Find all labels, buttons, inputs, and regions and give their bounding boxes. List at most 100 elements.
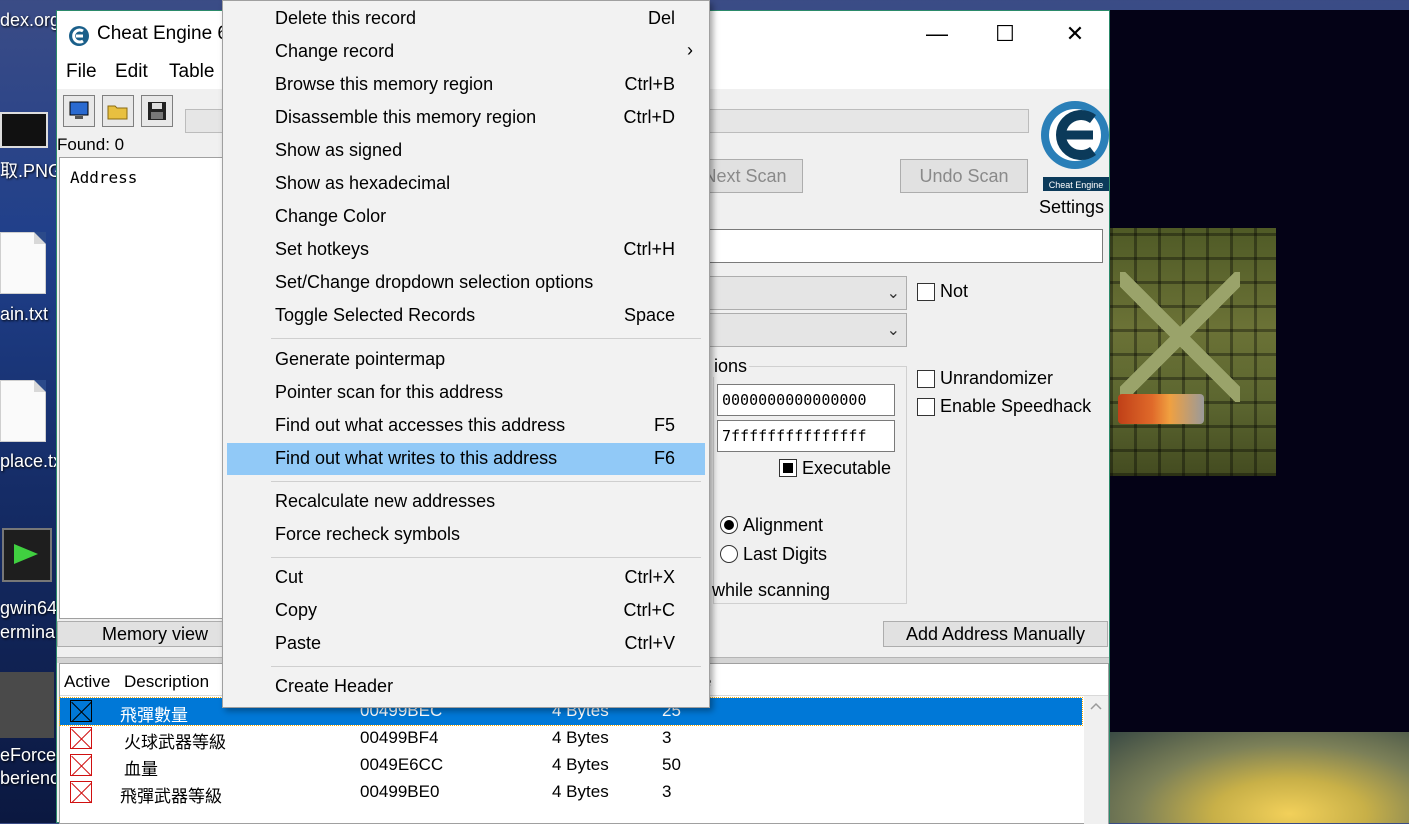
chevron-up-icon[interactable] xyxy=(1084,696,1108,716)
menu-item-recheck-symbols[interactable]: Force recheck symbols xyxy=(227,519,705,551)
menu-item-show-hex[interactable]: Show as hexadecimal xyxy=(227,168,705,200)
settings-link[interactable]: Settings xyxy=(1039,197,1104,218)
next-scan-button[interactable]: Next Scan xyxy=(701,159,803,193)
menu-item-change-color[interactable]: Change Color xyxy=(227,201,705,233)
text-file-icon[interactable] xyxy=(0,232,46,294)
menu-item-label: Paste xyxy=(275,633,322,653)
menu-item-label: Toggle Selected Records xyxy=(275,305,476,325)
menu-item-recalculate[interactable]: Recalculate new addresses xyxy=(227,486,705,518)
table-row[interactable]: 火球武器等級 00499BF4 4 Bytes 3 xyxy=(60,725,1082,752)
value-type-dropdown[interactable]: ⌄ xyxy=(709,313,907,347)
desktop-icon-label[interactable]: dex.org xyxy=(0,10,60,31)
menu-item-browse-memory[interactable]: Browse this memory region Ctrl+B xyxy=(227,69,705,101)
stop-address-field[interactable]: 7fffffffffffffff xyxy=(717,420,895,452)
terminal-icon[interactable] xyxy=(2,528,52,582)
menu-item-paste[interactable]: Paste Ctrl+V xyxy=(227,628,705,660)
active-checkbox[interactable] xyxy=(70,700,92,722)
found-address-list[interactable]: Address xyxy=(59,157,227,619)
desktop-icon-label[interactable]: gwin64 xyxy=(0,598,57,619)
menu-edit[interactable]: Edit xyxy=(115,61,148,83)
column-active[interactable]: Active xyxy=(64,672,110,692)
minimize-button[interactable]: — xyxy=(902,11,972,57)
context-menu: Delete this record Del Change record › B… xyxy=(222,0,710,708)
column-description[interactable]: Description xyxy=(124,672,209,692)
row-address: 0049E6CC xyxy=(360,755,444,774)
menu-item-find-accesses[interactable]: Find out what accesses this address F5 xyxy=(227,410,705,442)
logo-text: Cheat Engine xyxy=(1049,180,1104,190)
scan-type-dropdown[interactable]: ⌄ xyxy=(709,276,907,310)
menu-item-label: Show as signed xyxy=(275,140,403,160)
menu-item-shortcut: Ctrl+X xyxy=(624,567,675,587)
start-address-field[interactable]: 0000000000000000 xyxy=(717,384,895,416)
menu-separator xyxy=(271,666,701,667)
image-thumbnail-icon[interactable] xyxy=(0,112,48,148)
undo-scan-button[interactable]: Undo Scan xyxy=(900,159,1028,193)
menu-item-copy[interactable]: Copy Ctrl+C xyxy=(227,595,705,627)
menu-table[interactable]: Table xyxy=(169,61,214,83)
menu-item-label: Pointer scan for this address xyxy=(275,382,504,402)
menu-item-create-header[interactable]: Create Header xyxy=(227,671,705,703)
active-checkbox[interactable] xyxy=(70,754,92,776)
row-type: 4 Bytes xyxy=(552,755,609,774)
table-row[interactable]: 血量 0049E6CC 4 Bytes 50 xyxy=(60,752,1082,779)
menu-item-generate-pointermap[interactable]: Generate pointermap xyxy=(227,344,705,376)
undo-scan-label: Undo Scan xyxy=(919,165,1009,186)
table-row[interactable]: 飛彈武器等級 00499BE0 4 Bytes 3 xyxy=(60,779,1082,806)
desktop-icon-label[interactable]: 取.PNG xyxy=(0,157,62,183)
desktop-icon-label[interactable]: eForce xyxy=(0,745,56,766)
menu-file[interactable]: File xyxy=(66,61,97,83)
menu-item-find-writes[interactable]: Find out what writes to this address F6 xyxy=(227,443,705,475)
open-file-button[interactable] xyxy=(102,95,134,127)
scan-value-input[interactable] xyxy=(709,229,1103,263)
menu-item-delete-record[interactable]: Delete this record Del xyxy=(227,3,705,35)
menu-item-show-signed[interactable]: Show as signed xyxy=(227,135,705,167)
active-checkbox[interactable] xyxy=(70,727,92,749)
menu-item-label: Create Header xyxy=(275,676,394,696)
menu-item-cut[interactable]: Cut Ctrl+X xyxy=(227,562,705,594)
menu-item-disassemble[interactable]: Disassemble this memory region Ctrl+D xyxy=(227,102,705,134)
menu-item-shortcut: F6 xyxy=(653,448,675,468)
maximize-button[interactable]: ☐ xyxy=(970,11,1040,57)
menu-item-label: Set hotkeys xyxy=(275,239,370,259)
desktop-icon-label[interactable]: ermina xyxy=(0,622,55,643)
add-address-manually-button[interactable]: Add Address Manually xyxy=(883,621,1108,647)
save-button[interactable] xyxy=(141,95,173,127)
unrandomizer-checkbox[interactable] xyxy=(917,370,935,388)
menu-item-label: Copy xyxy=(275,600,318,620)
close-button[interactable]: ✕ xyxy=(1040,11,1110,57)
not-label: Not xyxy=(940,281,969,301)
menu-item-label: Delete this record xyxy=(275,8,417,28)
menu-item-label: Show as hexadecimal xyxy=(275,173,451,193)
open-process-button[interactable] xyxy=(63,95,95,127)
speedhack-checkbox[interactable] xyxy=(917,398,935,416)
memory-view-button[interactable]: Memory view xyxy=(57,621,223,647)
menu-item-label: Cut xyxy=(275,567,304,587)
cheat-engine-logo-icon[interactable]: Cheat Engine xyxy=(1037,87,1113,195)
menu-item-label: Force recheck symbols xyxy=(275,524,461,544)
menu-item-label: Set/Change dropdown selection options xyxy=(275,272,594,292)
computer-icon xyxy=(69,101,89,119)
game-window[interactable] xyxy=(1110,10,1409,823)
desktop-icon-label[interactable]: berienc xyxy=(0,768,59,789)
menu-item-change-record[interactable]: Change record › xyxy=(227,36,705,68)
alignment-radio[interactable] xyxy=(720,516,738,534)
address-column-header[interactable]: Address xyxy=(70,168,137,187)
not-checkbox[interactable] xyxy=(917,283,935,301)
window-title: Cheat Engine 6 xyxy=(97,23,228,44)
active-checkbox[interactable] xyxy=(70,781,92,803)
executable-checkbox[interactable] xyxy=(779,459,797,477)
game-scene-image xyxy=(1110,732,1409,823)
row-type: 4 Bytes xyxy=(552,728,609,747)
menu-item-dropdown-options[interactable]: Set/Change dropdown selection options xyxy=(227,267,705,299)
menu-separator xyxy=(271,557,701,558)
menu-item-toggle-records[interactable]: Toggle Selected Records Space xyxy=(227,300,705,332)
menu-item-shortcut: Ctrl+C xyxy=(623,600,675,620)
text-file-icon[interactable] xyxy=(0,380,46,442)
last-digits-radio[interactable] xyxy=(720,545,738,563)
menu-item-set-hotkeys[interactable]: Set hotkeys Ctrl+H xyxy=(227,234,705,266)
table-scrollbar[interactable] xyxy=(1084,696,1108,824)
menu-item-pointer-scan[interactable]: Pointer scan for this address xyxy=(227,377,705,409)
desktop-icon-label[interactable]: ain.txt xyxy=(0,304,48,325)
geforce-icon[interactable] xyxy=(0,672,54,738)
folder-icon xyxy=(107,105,128,120)
